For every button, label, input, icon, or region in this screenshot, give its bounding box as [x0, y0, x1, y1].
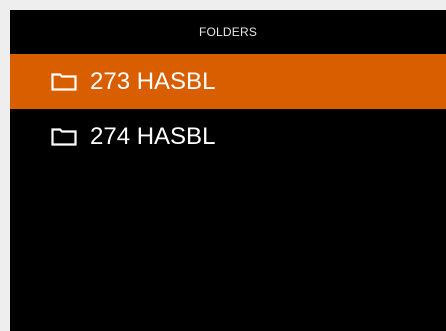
folder-label: 274 HASBL	[90, 122, 216, 150]
folder-label: 273 HASBL	[90, 67, 216, 95]
folder-icon	[50, 72, 78, 92]
folder-row-274-hasbl[interactable]: 274 HASBL	[10, 109, 446, 164]
folder-icon	[50, 127, 78, 147]
folder-row-273-hasbl[interactable]: 273 HASBL	[10, 54, 446, 109]
folders-header: FOLDERS	[10, 10, 446, 54]
folders-title: FOLDERS	[198, 25, 258, 39]
folder-browser-screen: FOLDERS 273 HASBL 274 HASBL	[10, 10, 446, 331]
folder-list: 273 HASBL 274 HASBL	[10, 54, 446, 164]
